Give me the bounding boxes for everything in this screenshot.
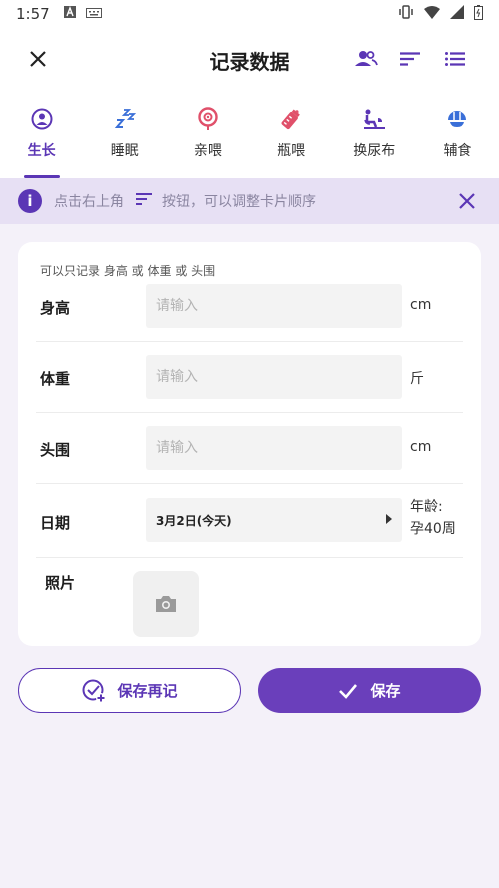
head-label: 头围 <box>40 441 71 459</box>
tab-label: 瓶喂 <box>277 143 306 159</box>
growth-icon <box>29 106 55 132</box>
category-tabs: 生长 睡眠 亲喂 瓶喂 换尿布 辅食 <box>0 90 499 178</box>
sort-button[interactable] <box>394 43 426 75</box>
info-icon: i <box>18 189 42 213</box>
growth-form-card: 可以只记录 身高 或 体重 或 头围 身高 cm 体重 斤 头围 cm 日期 3… <box>18 242 481 646</box>
check-plus-icon <box>82 679 107 703</box>
head-input[interactable] <box>146 426 402 470</box>
list-icon <box>445 52 465 66</box>
save-button[interactable]: 保存 <box>258 668 481 713</box>
height-unit: cm <box>410 297 432 313</box>
age-display: 年龄: 孕40周 <box>410 496 456 540</box>
weight-row: 体重 斤 <box>36 342 463 413</box>
tab-label: 换尿布 <box>353 143 396 159</box>
tip-text-before: 点击右上角 <box>54 194 124 210</box>
height-row: 身高 cm <box>36 271 463 342</box>
arrow-right-icon <box>386 514 392 524</box>
tip-close-button[interactable] <box>455 189 479 213</box>
date-row: 日期 3月2日(今天) 年龄: 孕40周 <box>36 484 463 558</box>
close-icon <box>30 51 46 67</box>
app-header: 记录数据 <box>0 28 499 90</box>
battery-icon <box>474 4 483 24</box>
wifi-icon <box>424 5 440 23</box>
save-and-continue-button[interactable]: 保存再记 <box>18 668 241 713</box>
list-button[interactable] <box>439 43 471 75</box>
check-icon <box>339 683 358 699</box>
weight-input[interactable] <box>146 355 402 399</box>
date-picker[interactable]: 3月2日(今天) <box>146 498 402 542</box>
save-again-label: 保存再记 <box>117 682 178 700</box>
sort-icon <box>136 193 152 209</box>
add-photo-button[interactable] <box>133 571 199 637</box>
vibrate-icon <box>398 5 414 23</box>
date-label: 日期 <box>40 514 71 532</box>
date-value: 3月2日(今天) <box>156 513 232 528</box>
tab-label: 睡眠 <box>110 143 139 159</box>
tip-banner: i 点击右上角 按钮，可以调整卡片顺序 <box>0 178 499 224</box>
status-time: 1:57 <box>16 5 50 23</box>
sort-icon <box>400 52 420 66</box>
sleep-zzz-icon <box>112 106 138 132</box>
tab-label: 亲喂 <box>193 143 222 159</box>
tab-food[interactable]: 辅食 <box>416 90 499 178</box>
signal-icon <box>450 5 464 23</box>
age-label: 年龄: <box>410 499 443 515</box>
camera-icon <box>156 596 176 612</box>
weight-unit: 斤 <box>410 371 424 387</box>
tab-diaper[interactable]: 换尿布 <box>333 90 416 178</box>
close-button[interactable] <box>22 43 54 75</box>
age-value: 孕40周 <box>410 521 456 537</box>
weight-label: 体重 <box>40 370 71 388</box>
height-label: 身高 <box>40 299 71 317</box>
tab-growth[interactable]: 生长 <box>0 90 83 178</box>
status-bar: 1:57 <box>0 0 499 28</box>
tab-breastfeed[interactable]: 亲喂 <box>166 90 249 178</box>
head-row: 头围 cm <box>36 413 463 484</box>
head-unit: cm <box>410 439 432 455</box>
photo-label: 照片 <box>45 574 76 592</box>
people-icon <box>355 51 378 66</box>
diaper-icon <box>361 106 387 132</box>
tab-label: 辅食 <box>443 143 472 159</box>
tab-bottle[interactable]: 瓶喂 <box>250 90 333 178</box>
keyboard-icon <box>85 6 102 22</box>
tab-sleep[interactable]: 睡眠 <box>83 90 166 178</box>
bottle-icon <box>278 106 304 132</box>
tab-label: 生长 <box>27 143 56 159</box>
height-input[interactable] <box>146 284 402 328</box>
notification-a-icon <box>63 6 76 22</box>
tip-text-after: 按钮，可以调整卡片顺序 <box>162 194 316 210</box>
save-label: 保存 <box>370 682 401 700</box>
breastfeed-icon <box>195 106 221 132</box>
people-button[interactable] <box>350 43 382 75</box>
food-bowl-icon <box>444 106 470 132</box>
close-icon <box>459 193 475 209</box>
